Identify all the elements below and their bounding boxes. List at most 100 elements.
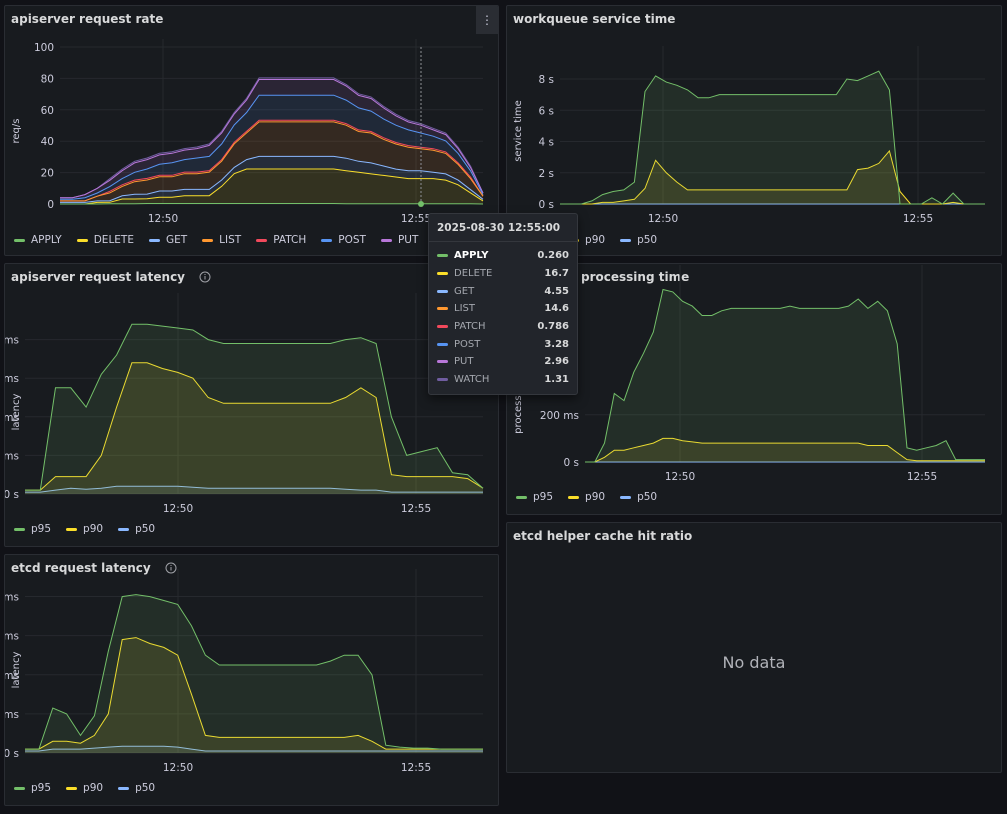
y-tick-label: 80 xyxy=(41,73,54,85)
x-tick-label: 12:55 xyxy=(401,762,431,774)
x-tick-label: 12:55 xyxy=(903,213,933,225)
legend-swatch xyxy=(620,495,632,499)
y-tick-label: 8 s xyxy=(539,74,555,86)
chart-workqueue-service-time: 0 s 2 s 4 s 6 s 8 s 12:50 12:55 service time xyxy=(513,46,985,225)
legend-item-p90[interactable]: p90 xyxy=(66,523,103,535)
tooltip-rows: APPLY 0.260 DELETE 16.7 GET 4.55 LIST 14.6 PATCH… xyxy=(429,242,577,394)
legend-swatch xyxy=(66,786,78,790)
legend-item-p50[interactable]: p50 xyxy=(118,523,155,535)
y-tick-label: 0 s xyxy=(4,489,19,501)
tooltip-value: 1.31 xyxy=(544,374,569,386)
y-axis-label: latency xyxy=(11,394,22,431)
legend-item-p95[interactable]: p95 xyxy=(516,491,553,503)
y-tick-label: 4 s xyxy=(539,137,555,149)
legend-swatch xyxy=(321,238,333,242)
y-tick-label: 800 ms xyxy=(4,592,19,604)
legend-swatch xyxy=(118,527,130,531)
y-tick-label: 0 s xyxy=(564,457,580,469)
tooltip-row-watch: WATCH 1.31 xyxy=(437,371,569,389)
tooltip-row-patch: PATCH 0.786 xyxy=(437,318,569,336)
legend-label: p95 xyxy=(31,523,52,535)
y-tick-label: 6 s xyxy=(539,105,555,117)
panel-workqueue-service-time: workqueue service time 0 s2 s4 s6 s8 s 12… xyxy=(506,5,1002,256)
tooltip-swatch xyxy=(437,272,448,276)
series-area-p95 xyxy=(25,324,483,494)
legend: p95 p90 p50 xyxy=(14,523,155,535)
legend-label: p90 xyxy=(83,523,104,535)
y-axis-label: req/s xyxy=(11,119,22,144)
x-tick-label: 12:55 xyxy=(401,503,431,515)
legend-item-patch[interactable]: PATCH xyxy=(256,234,306,246)
series-area-p95 xyxy=(560,71,985,204)
legend-label: PATCH xyxy=(273,234,307,246)
y-tick-label: 100 xyxy=(34,42,54,54)
legend-item-list[interactable]: LIST xyxy=(202,234,241,246)
tooltip-series-name: WATCH xyxy=(454,374,490,386)
chart-apiserver-request-rate: 0 20 40 60 80 100 12:50 12:55 req/s xyxy=(11,39,484,225)
y-tick-label: 60 xyxy=(41,105,54,117)
legend-swatch xyxy=(568,495,580,499)
legend-item-post[interactable]: POST xyxy=(321,234,366,246)
legend-item-p50[interactable]: p50 xyxy=(620,234,657,246)
legend-label: APPLY xyxy=(31,234,62,246)
hover-point xyxy=(418,201,424,207)
legend-swatch xyxy=(118,786,130,790)
legend-label: p95 xyxy=(533,491,554,503)
y-tick-label: 600 ms xyxy=(4,631,19,643)
legend-item-delete[interactable]: DELETE xyxy=(76,234,134,246)
legend-label: POST xyxy=(338,234,366,246)
legend-swatch xyxy=(202,238,214,242)
legend-item-p50[interactable]: p50 xyxy=(620,491,657,503)
chart-etcd-request-latency: 0 s200 ms400 ms600 ms800 ms12:5012:55lat… xyxy=(4,569,483,774)
panel-apiserver-request-rate: apiserver request rate ⋮ 0 20 40 60 80 100 12:… xyxy=(4,5,499,256)
tooltip-row-put: PUT 2.96 xyxy=(437,353,569,371)
legend-label: p50 xyxy=(637,491,658,503)
tooltip-swatch xyxy=(437,378,448,382)
legend-item-p50[interactable]: p50 xyxy=(118,782,155,794)
panel-title: etcd helper cache hit ratio xyxy=(513,529,693,543)
tooltip-series-name: DELETE xyxy=(454,268,493,280)
x-tick-label: 12:50 xyxy=(648,213,678,225)
series-area-p95 xyxy=(25,594,483,753)
legend-label: p90 xyxy=(585,491,606,503)
tooltip-time: 2025-08-30 12:55:00 xyxy=(429,214,577,242)
tooltip-series-name: APPLY xyxy=(454,250,489,262)
x-tick-label: 12:55 xyxy=(907,471,937,483)
chart-apiserver-request-latency: 0 s200 ms400 ms600 ms800 ms12:5012:55lat… xyxy=(4,293,484,515)
tooltip-swatch xyxy=(437,360,448,364)
y-axis-label: latency xyxy=(11,652,22,689)
legend-label: p95 xyxy=(31,782,52,794)
panel-apiserver-request-latency: apiserver request latency 0 s200 ms400 m… xyxy=(4,263,499,547)
legend-item-p90[interactable]: p90 xyxy=(66,782,103,794)
tooltip-swatch xyxy=(437,307,448,311)
tooltip-row-delete: DELETE 16.7 xyxy=(437,265,569,283)
legend-item-p95[interactable]: p95 xyxy=(14,523,51,535)
legend-item-get[interactable]: GET xyxy=(148,234,187,246)
tooltip-series-name: PUT xyxy=(454,356,474,368)
x-tick-label: 12:55 xyxy=(401,213,431,225)
tooltip-value: 0.786 xyxy=(537,321,569,333)
y-tick-label: 2 s xyxy=(539,168,555,180)
legend-label: p50 xyxy=(637,234,658,246)
tooltip-value: 14.6 xyxy=(544,303,569,315)
y-tick-label: 0 s xyxy=(539,199,555,211)
legend-item-apply[interactable]: APPLY xyxy=(14,234,62,246)
legend-item-p90[interactable]: p90 xyxy=(568,491,605,503)
legend-item-put[interactable]: PUT xyxy=(380,234,418,246)
y-tick-label: 40 xyxy=(41,136,54,148)
legend-item-p95[interactable]: p95 xyxy=(14,782,51,794)
legend: p95 p90 p50 xyxy=(516,491,657,503)
no-data-message: No data xyxy=(722,653,786,672)
legend-swatch xyxy=(14,527,25,531)
y-tick-label: 0 xyxy=(47,199,54,211)
tooltip-swatch xyxy=(437,289,448,293)
legend-label: p90 xyxy=(585,234,606,246)
legend-swatch xyxy=(66,527,78,531)
legend-swatch xyxy=(516,495,527,499)
legend-label: LIST xyxy=(219,234,242,246)
x-tick-label: 12:50 xyxy=(665,471,695,483)
y-tick-label: 200 ms xyxy=(4,450,19,462)
tooltip-series-name: POST xyxy=(454,338,481,350)
legend-label: p90 xyxy=(83,782,104,794)
legend-swatch xyxy=(14,786,25,790)
